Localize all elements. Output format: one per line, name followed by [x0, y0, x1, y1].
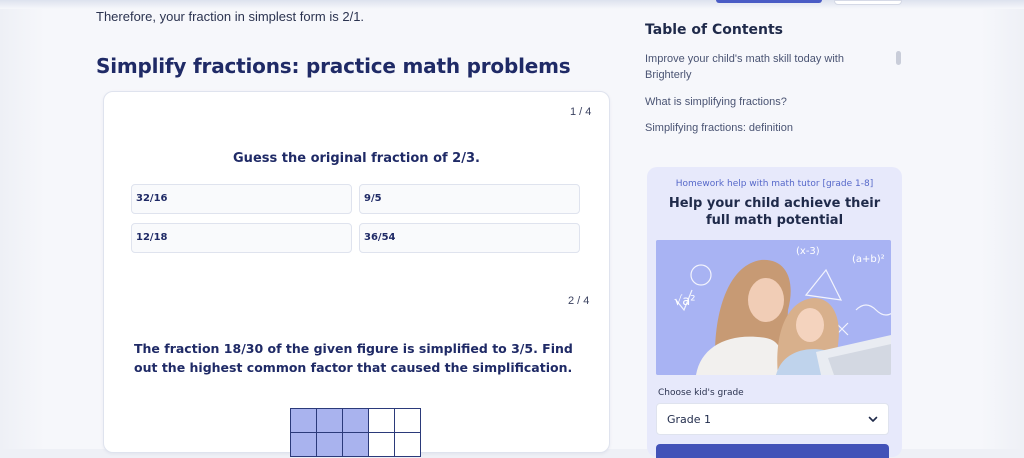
children-illustration: (x-3) (a+b)² √a²: [656, 240, 891, 375]
question-counter: 1 / 4: [570, 106, 592, 118]
grid-cell-shaded: [317, 433, 343, 457]
answer-option[interactable]: 32/16: [131, 184, 352, 214]
section-title: Simplify fractions: practice math proble…: [96, 54, 571, 78]
grid-cell: [395, 433, 421, 457]
grid-cell-shaded: [343, 433, 369, 457]
toc-title: Table of Contents: [645, 22, 784, 38]
promo-subtitle: Homework help with math tutor [grade 1-8…: [675, 179, 874, 189]
grid-cell: [369, 409, 395, 433]
quiz-card: 1 / 4 Guess the original fraction of 2/3…: [103, 91, 610, 457]
formula-2: (a+b)²: [852, 254, 885, 265]
grid-cell-shaded: [291, 409, 317, 433]
answer-option[interactable]: 36/54: [359, 223, 580, 253]
grade-select-value: Grade 1: [667, 413, 712, 426]
grid-cell-shaded: [317, 409, 343, 433]
promo-title: Help your child achieve their full math …: [668, 196, 881, 228]
header-secondary-button-edge[interactable]: [834, 0, 902, 5]
toc-item[interactable]: Improve your child's math skill today wi…: [645, 51, 890, 83]
grid-cell-shaded: [343, 409, 369, 433]
toc-item[interactable]: Simplifying fractions: definition: [645, 120, 890, 136]
question-counter: 2 / 4: [568, 295, 590, 307]
children-photo: (x-3) (a+b)² √a²: [656, 240, 891, 375]
cta-button-edge[interactable]: [656, 444, 889, 458]
formula-3: √a²: [674, 294, 695, 309]
question-text: The fraction 18/30 of the given figure i…: [134, 341, 573, 375]
grade-label: Choose kid's grade: [658, 388, 744, 398]
formula-1: (x-3): [796, 246, 820, 257]
grid-cell: [369, 433, 395, 457]
grid-cell-shaded: [291, 433, 317, 457]
promo-card: Homework help with math tutor [grade 1-8…: [647, 167, 902, 458]
toc-item[interactable]: What is simplifying fractions?: [645, 94, 890, 110]
answer-option[interactable]: 12/18: [131, 223, 352, 253]
question-text: Guess the original fraction of 2/3.: [233, 151, 480, 166]
grade-select[interactable]: Grade 1: [656, 403, 889, 435]
header-primary-button-edge[interactable]: [716, 0, 822, 3]
chevron-down-icon: [868, 416, 878, 422]
fraction-grid-figure: [290, 408, 421, 457]
toc-scrollbar[interactable]: [896, 51, 901, 65]
grid-cell: [395, 409, 421, 433]
intro-text: Therefore, your fraction in simplest for…: [96, 9, 365, 24]
answer-option[interactable]: 9/5: [359, 184, 580, 214]
